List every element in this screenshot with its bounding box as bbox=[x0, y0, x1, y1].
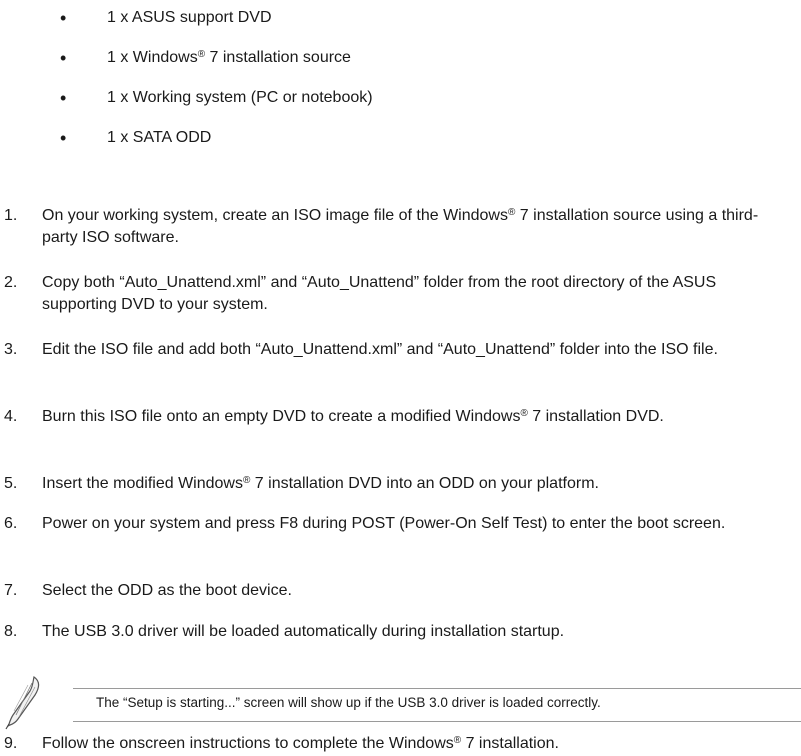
note-divider-bottom bbox=[73, 721, 801, 722]
step-number: 2. bbox=[4, 274, 18, 291]
requirement-text: 1 x SATA ODD bbox=[107, 129, 212, 146]
step-text: On your working system, create an ISO im… bbox=[42, 207, 759, 246]
step-number: 8. bbox=[4, 623, 18, 640]
note-divider-top bbox=[73, 688, 801, 689]
step-number: 9. bbox=[4, 735, 18, 752]
step-text: Follow the onscreen instructions to comp… bbox=[42, 735, 559, 752]
step-number: 3. bbox=[4, 341, 18, 358]
step-text: Edit the ISO file and add both “Auto_Una… bbox=[42, 341, 718, 358]
step-text: Copy both “Auto_Unattend.xml” and “Auto_… bbox=[42, 274, 717, 313]
requirement-text: 1 x ASUS support DVD bbox=[107, 9, 272, 26]
step-number: 5. bbox=[4, 475, 18, 492]
step-number: 6. bbox=[4, 515, 18, 532]
requirement-text: 1 x Working system (PC or notebook) bbox=[107, 89, 373, 106]
manual-page: • 1 x ASUS support DVD • 1 x Windows® 7 … bbox=[0, 0, 801, 756]
step-text: Power on your system and press F8 during… bbox=[42, 515, 726, 532]
step-text: The USB 3.0 driver will be loaded automa… bbox=[42, 623, 565, 640]
step-text: Insert the modified Windows® 7 installat… bbox=[42, 475, 599, 492]
step-number: 7. bbox=[4, 582, 18, 599]
bullet-icon: • bbox=[60, 88, 67, 108]
step-number: 1. bbox=[4, 207, 18, 224]
requirement-text: 1 x Windows® 7 installation source bbox=[107, 49, 351, 66]
bullet-icon: • bbox=[60, 8, 67, 28]
note-text: The “Setup is starting...” screen will s… bbox=[96, 695, 601, 710]
step-number: 4. bbox=[4, 408, 18, 425]
bullet-icon: • bbox=[60, 48, 67, 68]
pen-nib-icon bbox=[4, 675, 42, 730]
bullet-icon: • bbox=[60, 128, 67, 148]
step-text: Burn this ISO file onto an empty DVD to … bbox=[42, 408, 664, 425]
step-text: Select the ODD as the boot device. bbox=[42, 582, 292, 599]
